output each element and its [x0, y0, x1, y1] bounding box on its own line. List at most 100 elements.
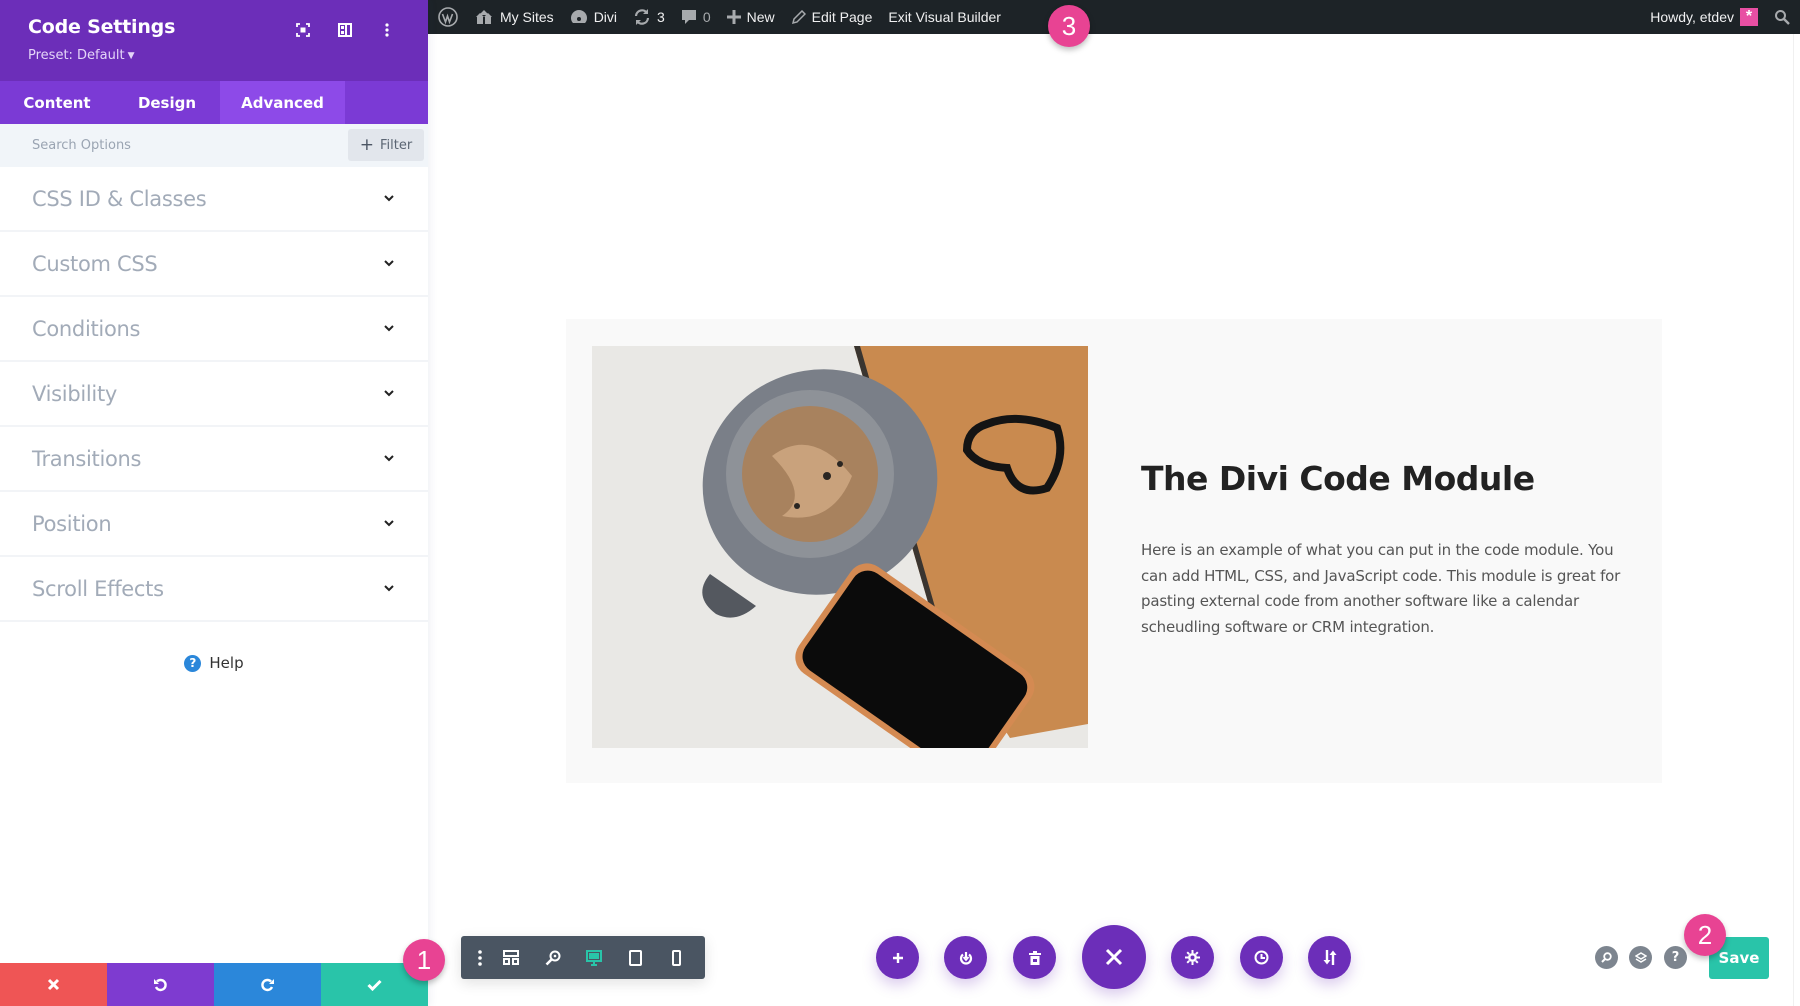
settings-header: Code Settings Preset: Default ▼: [0, 0, 428, 81]
option-group-css-id-classes[interactable]: CSS ID & Classes: [0, 167, 428, 232]
dashboard-icon: [570, 9, 588, 25]
updates-count: 3: [657, 9, 665, 25]
admin-search-button[interactable]: [1766, 0, 1800, 34]
trash-icon: [1028, 950, 1041, 965]
search-bar: + Filter: [0, 124, 428, 167]
comment-icon: [681, 9, 697, 25]
desktop-icon: [585, 949, 602, 966]
my-sites-menu[interactable]: My Sites: [466, 0, 562, 34]
annotation-badge-2: 2: [1684, 914, 1726, 956]
tab-content[interactable]: Content: [0, 81, 114, 124]
wireframe-icon: [503, 950, 520, 965]
site-name-label: Divi: [593, 9, 618, 25]
import-export-button[interactable]: [1308, 936, 1351, 979]
fullscreen-icon[interactable]: [282, 18, 324, 42]
plus-icon: [726, 10, 741, 24]
redo-button[interactable]: [214, 963, 321, 1006]
toolbar-menu-button[interactable]: [469, 936, 491, 979]
wordpress-logo-button[interactable]: [428, 0, 466, 34]
option-group-label: Visibility: [32, 381, 118, 406]
close-icon: [1105, 948, 1123, 966]
layers-button[interactable]: [1629, 946, 1652, 969]
help-icon: ?: [184, 654, 202, 672]
desktop-view-button[interactable]: [573, 936, 614, 979]
chevron-down-icon: [384, 520, 394, 527]
settings-tabs: Content Design Advanced: [0, 81, 428, 124]
divi-visual-builder: Code Settings Preset: Default ▼ Content D…: [0, 0, 1800, 1006]
page-settings-button[interactable]: [1171, 936, 1214, 979]
option-group-label: Scroll Effects: [32, 576, 164, 601]
option-group-label: Custom CSS: [32, 251, 158, 276]
phone-view-button[interactable]: [656, 936, 697, 979]
updates-button[interactable]: 3: [625, 0, 673, 34]
close-icon: [47, 978, 60, 991]
help-label: Help: [209, 654, 244, 672]
chevron-down-icon: [384, 390, 394, 397]
caret-down-icon: ▼: [127, 51, 135, 61]
portability-button[interactable]: [944, 936, 987, 979]
undo-button[interactable]: [107, 963, 214, 1006]
my-sites-icon: [474, 9, 494, 25]
close-builder-button[interactable]: [1082, 925, 1146, 989]
scrollbar[interactable]: [1793, 34, 1794, 1006]
redo-icon: [261, 978, 274, 992]
sort-arrows-icon: [1323, 950, 1336, 965]
tab-advanced[interactable]: Advanced: [220, 81, 345, 124]
exit-visual-builder-link[interactable]: Exit Visual Builder: [880, 0, 1009, 34]
option-group-visibility[interactable]: Visibility: [0, 362, 428, 427]
zoom-view-button[interactable]: [532, 936, 573, 979]
wireframe-view-button[interactable]: [491, 936, 532, 979]
add-button[interactable]: [876, 936, 919, 979]
tab-design[interactable]: Design: [114, 81, 220, 124]
option-group-transitions[interactable]: Transitions: [0, 427, 428, 492]
find-replace-button[interactable]: [1595, 946, 1618, 969]
search-options-input[interactable]: [0, 124, 340, 167]
preset-dropdown[interactable]: Preset: Default ▼: [28, 48, 134, 63]
new-label: New: [746, 9, 775, 25]
check-icon: [367, 979, 382, 991]
option-group-conditions[interactable]: Conditions: [0, 297, 428, 362]
more-options-icon[interactable]: [366, 18, 408, 42]
tablet-view-button[interactable]: [614, 936, 655, 979]
clock-icon: [1254, 950, 1269, 965]
responsive-toolbar: [461, 936, 705, 979]
code-module-text: The Divi Code Module Here is an example …: [1141, 459, 1641, 640]
account-menu[interactable]: Howdy, etdev *: [1642, 0, 1766, 34]
discard-button[interactable]: [0, 963, 107, 1006]
layers-icon: [1634, 952, 1647, 963]
my-sites-label: My Sites: [500, 9, 554, 25]
site-name-menu[interactable]: Divi: [562, 0, 625, 34]
clear-layout-button[interactable]: [1013, 936, 1056, 979]
filter-label: Filter: [380, 137, 413, 153]
panel-actions: [0, 963, 428, 1006]
edit-page-link[interactable]: Edit Page: [783, 0, 881, 34]
option-group-scroll-effects[interactable]: Scroll Effects: [0, 557, 428, 622]
chevron-down-icon: [384, 585, 394, 592]
undo-icon: [154, 978, 167, 992]
phone-icon: [671, 949, 681, 966]
new-content-menu[interactable]: New: [719, 0, 783, 34]
history-button[interactable]: [1240, 936, 1283, 979]
option-group-custom-css[interactable]: Custom CSS: [0, 232, 428, 297]
settings-panel: Code Settings Preset: Default ▼ Content D…: [0, 0, 428, 1006]
content-section[interactable]: The Divi Code Module Here is an example …: [566, 319, 1662, 783]
sidebar-layout-icon[interactable]: [324, 18, 366, 42]
help-button[interactable]: ?: [1664, 946, 1687, 969]
pencil-icon: [791, 9, 806, 25]
chevron-down-icon: [384, 260, 394, 267]
tablet-icon: [628, 949, 642, 966]
product-photo: [592, 346, 1088, 748]
option-group-label: Transitions: [32, 446, 142, 471]
option-group-position[interactable]: Position: [0, 492, 428, 557]
filter-button[interactable]: + Filter: [348, 129, 424, 161]
annotation-badge-1: 1: [403, 939, 445, 981]
page-canvas: The Divi Code Module Here is an example …: [428, 34, 1800, 1006]
help-link[interactable]: ? Help: [0, 654, 428, 672]
comments-button[interactable]: 0: [673, 0, 719, 34]
preset-label: Preset: Default: [28, 48, 125, 63]
search-icon: [1601, 952, 1612, 963]
edit-page-label: Edit Page: [811, 9, 873, 25]
question-icon: ?: [1671, 950, 1680, 965]
greeting-label: Howdy, etdev: [1650, 9, 1734, 25]
panel-title: Code Settings: [28, 16, 176, 38]
